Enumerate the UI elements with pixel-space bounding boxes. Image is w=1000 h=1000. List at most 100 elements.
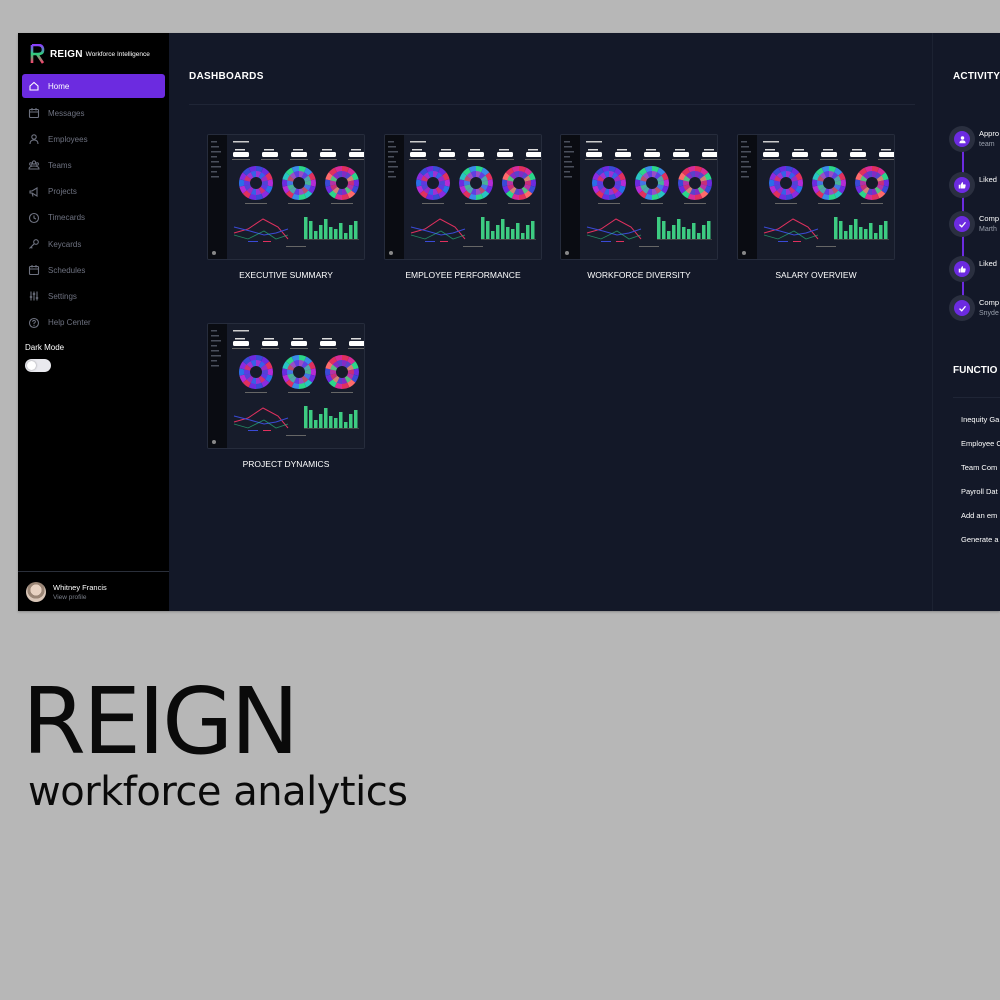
- sidebar-item-keycards[interactable]: Keycards: [22, 231, 165, 257]
- sliders-icon: [29, 291, 39, 301]
- function-item[interactable]: Team Com: [961, 463, 997, 472]
- sidebar-item-label: Keycards: [48, 239, 82, 249]
- sidebar-item-schedules[interactable]: Schedules: [22, 257, 165, 283]
- help-icon: [28, 317, 40, 328]
- sidebar-item-label: Employees: [48, 134, 88, 144]
- toggle-knob: [27, 361, 36, 370]
- thumbs-up-icon: [958, 181, 966, 188]
- team-icon: [28, 160, 40, 170]
- dashboard-card-salary-overview[interactable]: [737, 134, 895, 260]
- activity-item[interactable]: Liked: [949, 172, 997, 202]
- dashboard-label[interactable]: EMPLOYEE PERFORMANCE: [373, 270, 553, 280]
- activity-icon-badge: [949, 172, 975, 198]
- sidebar-item-timecards[interactable]: Timecards: [22, 205, 165, 231]
- dashboard-thumbnail: [561, 135, 717, 259]
- functions-title: FUNCTIO: [953, 365, 998, 376]
- sidebar-item-projects[interactable]: Projects: [22, 179, 165, 205]
- activity-text: Liked: [979, 175, 997, 184]
- sidebar-item-label: Home: [48, 81, 70, 91]
- sidebar: REIGN Workforce Intelligence Home Message…: [18, 33, 169, 611]
- dashboard-thumbnail: [208, 324, 364, 448]
- dashboard-card-project-dynamics[interactable]: [207, 323, 365, 449]
- activity-icon-badge: [949, 126, 975, 152]
- caption-title: REIGN: [22, 668, 299, 775]
- sidebar-item-label: Messages: [48, 108, 85, 118]
- dark-mode-toggle[interactable]: [25, 359, 51, 372]
- sidebar-item-help-center[interactable]: Help Center: [22, 310, 165, 336]
- function-item[interactable]: Generate a: [961, 535, 999, 544]
- thumbs-up-icon: [958, 265, 966, 272]
- divider: [189, 104, 915, 105]
- sidebar-item-home[interactable]: Home: [22, 74, 165, 98]
- brand[interactable]: REIGN Workforce Intelligence: [29, 43, 150, 65]
- reign-logo-icon: [30, 44, 45, 64]
- activity-text: Appro: [979, 129, 1000, 138]
- dashboard-label[interactable]: PROJECT DYNAMICS: [196, 459, 376, 469]
- calendar-icon: [28, 108, 40, 119]
- function-item[interactable]: Add an em: [961, 511, 997, 520]
- sidebar-item-label: Schedules: [48, 265, 86, 275]
- activity-text: Liked: [979, 259, 997, 268]
- avatar: [26, 581, 46, 602]
- sidebar-item-employees[interactable]: Employees: [22, 126, 165, 152]
- function-item[interactable]: Inequity Ga: [961, 415, 999, 424]
- sidebar-nav: Home Messages Employees Teams Projects Timeca…: [22, 74, 165, 336]
- activity-subtext: team: [979, 141, 995, 148]
- activity-icon-circle: [954, 131, 970, 147]
- activity-subtext: Snyde: [979, 310, 999, 317]
- divider: [953, 397, 1000, 398]
- page-title: DASHBOARDS: [189, 71, 264, 82]
- dashboard-card-workforce-diversity[interactable]: [560, 134, 718, 260]
- activity-item[interactable]: Liked: [949, 256, 997, 286]
- sidebar-item-label: Settings: [48, 291, 77, 301]
- function-item[interactable]: Employee C: [961, 439, 1000, 448]
- app-window: REIGN Workforce Intelligence Home Message…: [18, 33, 1000, 611]
- check-icon: [958, 305, 966, 312]
- activity-title: ACTIVITY: [953, 71, 1000, 82]
- user-name: Whitney Francis: [53, 582, 107, 592]
- activity-icon-badge: [949, 295, 975, 321]
- dashboard-thumbnail: [385, 135, 541, 259]
- dashboard-label[interactable]: WORKFORCE DIVERSITY: [549, 270, 729, 280]
- key-icon: [29, 239, 39, 249]
- dashboard-label[interactable]: SALARY OVERVIEW: [726, 270, 906, 280]
- sidebar-item-messages[interactable]: Messages: [22, 100, 165, 126]
- activity-icon-circle: [954, 177, 970, 193]
- activity-item[interactable]: Comp Marth: [949, 211, 999, 241]
- sidebar-item-settings[interactable]: Settings: [22, 283, 165, 309]
- dashboard-thumbnail: [738, 135, 894, 259]
- megaphone-icon: [29, 186, 38, 197]
- user-icon: [29, 134, 39, 145]
- activity-item[interactable]: Comp Snyde: [949, 295, 999, 325]
- sidebar-item-label: Help Center: [48, 318, 91, 328]
- view-profile-link[interactable]: View profile: [53, 594, 107, 601]
- dashboard-label[interactable]: EXECUTIVE SUMMARY: [196, 270, 376, 280]
- activity-icon-badge: [949, 256, 975, 282]
- clock-icon: [28, 212, 40, 223]
- activity-icon-circle: [954, 261, 970, 277]
- activity-panel: ACTIVITY Appro team Liked Comp Marth Liked Com…: [932, 33, 1000, 611]
- main-content: DASHBOARDS EXECUTIVE SUMMARY EMPLOYEE PER…: [169, 33, 932, 611]
- brand-name: REIGN: [50, 48, 83, 60]
- user-profile[interactable]: Whitney Francis View profile: [18, 571, 169, 611]
- check-icon: [958, 221, 966, 228]
- activity-icon-circle: [954, 216, 970, 232]
- activity-text: Comp: [979, 214, 1000, 223]
- function-item[interactable]: Payroll Dat: [961, 487, 998, 496]
- dashboard-thumbnail: [208, 135, 364, 259]
- user-icon: [958, 135, 966, 143]
- activity-icon-badge: [949, 211, 975, 237]
- home-icon: [29, 81, 39, 91]
- sidebar-item-label: Projects: [48, 187, 77, 197]
- brand-subtitle: Workforce Intelligence: [85, 51, 150, 58]
- sidebar-item-label: Teams: [48, 160, 72, 170]
- activity-icon-circle: [954, 300, 970, 316]
- dashboard-card-employee-performance[interactable]: [384, 134, 542, 260]
- activity-text: Comp: [979, 298, 1000, 307]
- sidebar-item-teams[interactable]: Teams: [22, 152, 165, 178]
- activity-item[interactable]: Appro team: [949, 126, 999, 156]
- activity-subtext: Marth: [979, 226, 997, 233]
- dashboard-card-executive-summary[interactable]: [207, 134, 365, 260]
- caption-subtitle: workforce analytics: [28, 769, 408, 815]
- dark-mode-label: Dark Mode: [25, 343, 65, 352]
